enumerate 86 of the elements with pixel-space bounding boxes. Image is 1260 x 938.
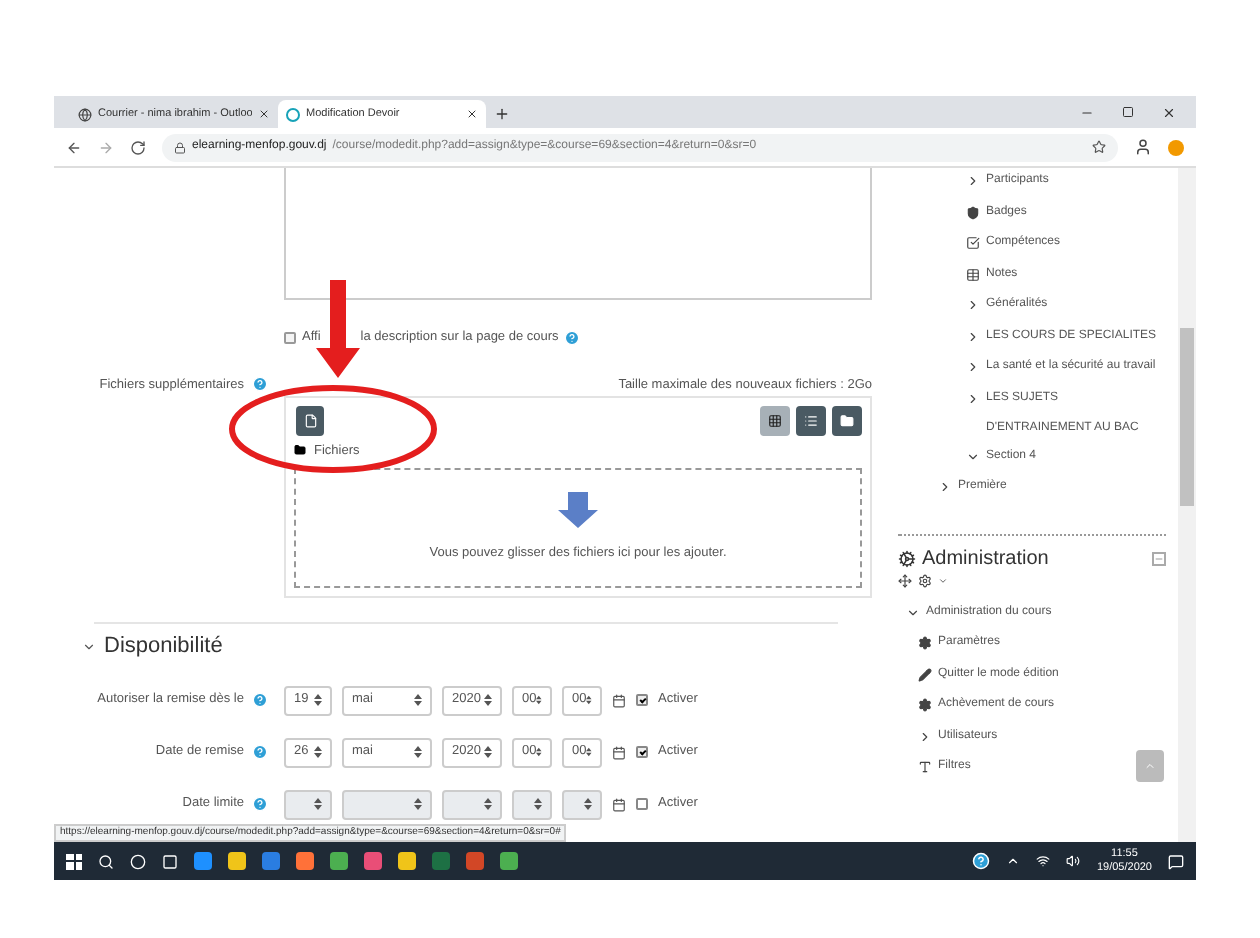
collapse-icon[interactable]: [82, 640, 96, 654]
calendar-icon[interactable]: [612, 797, 626, 812]
search-icon[interactable]: [98, 853, 114, 869]
caret-icon[interactable]: [938, 575, 948, 585]
close-icon[interactable]: [258, 108, 270, 120]
shield-icon: [966, 205, 980, 219]
updown-icon: [414, 798, 422, 811]
chevron-right-icon: [966, 329, 980, 343]
checkbox[interactable]: [636, 746, 648, 759]
chevron-right-icon: [938, 480, 952, 494]
chevron-up-icon: [1144, 760, 1156, 772]
updown-icon: [484, 798, 492, 811]
updown-icon: [484, 746, 492, 759]
folder-icon: [840, 413, 854, 427]
list-icon: [804, 413, 818, 427]
updown-icon: [414, 694, 422, 707]
notifications-icon[interactable]: [1168, 853, 1184, 869]
updown-icon: [586, 694, 592, 707]
close-icon[interactable]: [1162, 106, 1176, 120]
gears-icon: [898, 549, 916, 567]
chevron-right-icon: [918, 729, 932, 743]
updown-icon: [584, 798, 592, 811]
site-logo-icon: [286, 107, 300, 121]
select-field[interactable]: [442, 789, 502, 820]
calendar-icon[interactable]: [612, 693, 626, 708]
star-icon[interactable]: [1092, 140, 1106, 154]
updown-icon: [314, 694, 322, 707]
updown-icon: [536, 694, 542, 707]
scrollbar-thumb[interactable]: [1180, 328, 1194, 506]
view-mode-button[interactable]: [796, 405, 826, 435]
profile-icon[interactable]: [1134, 138, 1152, 156]
gear-icon: [918, 636, 932, 650]
pencil-icon: [918, 667, 932, 681]
updown-icon: [314, 746, 322, 759]
chevron-right-icon: [966, 360, 980, 374]
back-icon[interactable]: [66, 139, 82, 155]
updown-icon: [536, 746, 542, 759]
chevron-down-icon: [966, 449, 980, 463]
updown-icon: [484, 694, 492, 707]
table-icon: [966, 267, 980, 281]
checkbox[interactable]: [636, 798, 648, 811]
select-field[interactable]: [562, 789, 602, 820]
grid-icon: [768, 413, 782, 427]
updown-icon: [314, 798, 322, 811]
gear-icon: [918, 698, 932, 712]
speaker-icon[interactable]: [1066, 854, 1081, 868]
block-title: Administration: [922, 545, 1049, 573]
help-icon[interactable]: [972, 852, 991, 870]
letter-t-icon: [918, 760, 932, 774]
circle-icon[interactable]: [130, 853, 146, 869]
folder-icon: [294, 444, 306, 457]
updown-icon: [534, 798, 542, 811]
globe-icon: [78, 107, 92, 121]
minimize-icon[interactable]: [1080, 106, 1094, 120]
checkbox[interactable]: [636, 694, 648, 707]
chevron-right-icon: [966, 391, 980, 405]
view-mode-button[interactable]: [760, 405, 790, 435]
updown-icon: [586, 746, 592, 759]
scrollbar[interactable]: [1178, 168, 1196, 842]
gear-icon[interactable]: [918, 573, 932, 587]
down-arrow-icon: [558, 492, 598, 529]
view-mode-button[interactable]: [832, 405, 862, 435]
annotation-arrow-drawing: [316, 280, 360, 378]
select-field[interactable]: [342, 789, 432, 820]
chevron-right-icon: [966, 298, 980, 312]
close-icon[interactable]: [466, 108, 478, 120]
chevron-down-icon: [906, 605, 920, 619]
add-file-button[interactable]: [296, 405, 324, 435]
restore-icon[interactable]: [1122, 106, 1134, 118]
move-icon[interactable]: [898, 573, 912, 587]
task-view-icon[interactable]: [162, 853, 178, 869]
section-title[interactable]: Disponibilité: [104, 630, 223, 664]
chevron-up-icon[interactable]: [1006, 854, 1021, 868]
updown-icon: [414, 746, 422, 759]
checkbox-icon: [966, 236, 980, 250]
select-field[interactable]: [512, 789, 552, 820]
calendar-icon[interactable]: [612, 745, 626, 760]
file-icon: [303, 413, 317, 427]
select-field[interactable]: [284, 789, 332, 820]
network-icon[interactable]: [1036, 854, 1051, 868]
new-tab-icon[interactable]: [494, 106, 510, 122]
reload-icon[interactable]: [130, 139, 146, 155]
checkbox[interactable]: [284, 331, 296, 344]
lock-icon: [174, 141, 186, 153]
windows-start-icon[interactable]: [66, 853, 82, 869]
chevron-right-icon: [966, 174, 980, 188]
